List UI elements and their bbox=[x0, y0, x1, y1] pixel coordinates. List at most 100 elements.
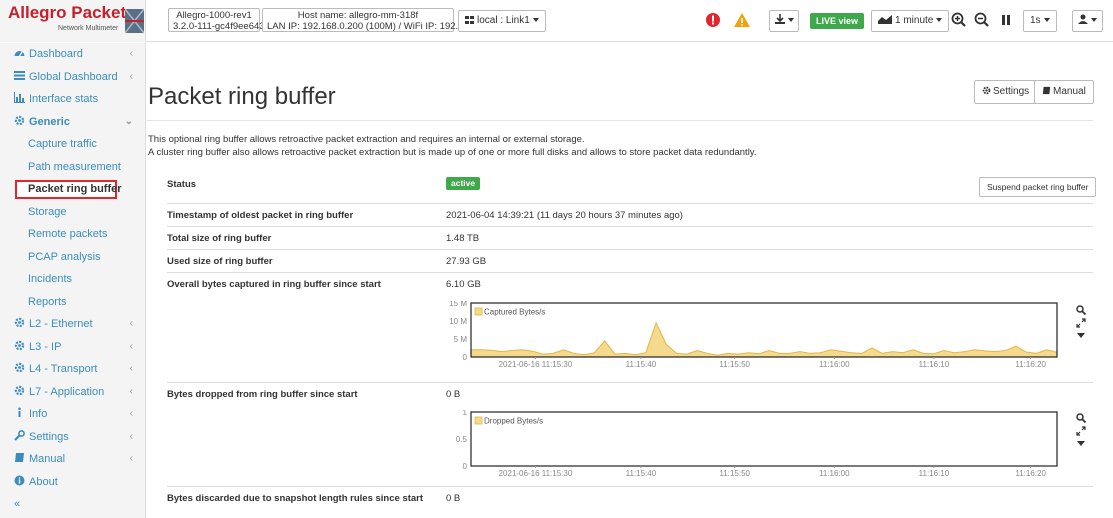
sidebar-item-path-measurement[interactable]: Path measurement bbox=[0, 156, 145, 179]
suspend-ring-buffer-button[interactable]: Suspend packet ring buffer bbox=[979, 177, 1097, 197]
x-tick-label: 11:15:40 bbox=[626, 360, 657, 369]
interval-select-value: 1 minute bbox=[895, 15, 934, 26]
pause-icon[interactable] bbox=[997, 11, 1015, 29]
sidebar-item-packet-ring-buffer[interactable]: Packet ring buffer bbox=[0, 178, 145, 201]
top-bar: Allegro Packets Network Multimeter Alleg… bbox=[0, 0, 1113, 42]
link-select[interactable]: local : Link1 bbox=[458, 10, 546, 32]
download-menu-button[interactable] bbox=[769, 10, 799, 32]
list-icon bbox=[14, 70, 25, 80]
dropped-bytes-chart[interactable]: 1 0.5 0 Dropped Bytes/s 2021-06-16 11:15:30 1… bbox=[437, 410, 1063, 480]
row-value: 0 B bbox=[446, 389, 461, 400]
row-value: 6.10 GB bbox=[446, 279, 481, 290]
main-content: Packet ring buffer Settings Manual This … bbox=[147, 43, 1113, 518]
x-tick-label: 11:15:40 bbox=[626, 469, 657, 478]
settings-button[interactable]: Settings bbox=[974, 80, 1038, 104]
page-title: Packet ring buffer bbox=[148, 83, 336, 110]
row-used-size: Used size of ring buffer 27.93 GB bbox=[167, 249, 1093, 272]
sidebar-item-storage[interactable]: Storage bbox=[0, 201, 145, 224]
sidebar-item-l4-transport[interactable]: L4 - Transport ‹ bbox=[0, 358, 145, 381]
description-line-1: This optional ring buffer allows retroac… bbox=[148, 134, 585, 145]
sidebar: Dashboard ‹ Global Dashboard ‹ Interface… bbox=[0, 43, 146, 518]
brand[interactable]: Allegro Packets Network Multimeter bbox=[0, 0, 146, 42]
plot-frame bbox=[470, 302, 1058, 358]
legend-label: Dropped Bytes/s bbox=[484, 417, 543, 426]
chevron-left-icon: ‹ bbox=[129, 430, 133, 442]
info-circle-icon bbox=[14, 475, 25, 485]
zoom-out-icon[interactable] bbox=[973, 11, 991, 29]
user-menu-button[interactable] bbox=[1072, 10, 1103, 32]
brand-logo-icon bbox=[125, 9, 144, 33]
zoom-icon[interactable] bbox=[1076, 413, 1086, 423]
zoom-icon[interactable] bbox=[1076, 305, 1086, 315]
device-info-box: Allegro-1000-rev1 3.2.0-111-gc4f9ee643 bbox=[168, 8, 265, 32]
lan-ip: LAN IP: 192.168.0.200 (100M) / WiFi IP: … bbox=[267, 21, 490, 32]
dashboard-icon bbox=[14, 51, 25, 57]
y-tick-label: 10 M bbox=[449, 317, 467, 326]
manual-button[interactable]: Manual bbox=[1034, 80, 1094, 104]
legend-label: Captured Bytes/s bbox=[484, 308, 545, 317]
sidebar-collapse-button[interactable]: « bbox=[0, 493, 145, 516]
sidebar-item-generic[interactable]: Generic ⌄ bbox=[0, 111, 145, 134]
live-view-badge[interactable]: LIVE view bbox=[810, 13, 865, 29]
caret-down-icon bbox=[1091, 18, 1097, 23]
reset-zoom-icon[interactable] bbox=[1076, 318, 1086, 328]
refresh-select[interactable]: 1s bbox=[1023, 10, 1057, 32]
sidebar-item-settings[interactable]: Settings ‹ bbox=[0, 426, 145, 449]
series-area bbox=[470, 321, 1058, 358]
chevron-left-icon: ‹ bbox=[129, 340, 133, 352]
row-value: 0 B bbox=[446, 493, 461, 504]
area-chart-icon bbox=[878, 15, 892, 24]
chevron-left-icon: ‹ bbox=[129, 363, 133, 374]
row-value: 2021-06-04 14:39:21 (11 days 20 hours 37… bbox=[446, 210, 683, 221]
chevron-left-icon: ‹ bbox=[129, 408, 133, 419]
zoom-in-icon[interactable] bbox=[950, 11, 968, 29]
row-label: Overall bytes captured in ring buffer si… bbox=[167, 279, 381, 290]
x-tick-label: 11:16:10 bbox=[919, 469, 950, 478]
y-tick-label: 0 bbox=[463, 462, 468, 471]
chart-menu-caret-icon[interactable] bbox=[1076, 439, 1086, 447]
host-info-box: Host name: allegro-mm-318f LAN IP: 192.1… bbox=[262, 8, 490, 32]
sidebar-item-manual[interactable]: Manual ‹ bbox=[0, 448, 145, 471]
error-alert-icon[interactable] bbox=[704, 11, 722, 29]
wrench-icon bbox=[14, 429, 25, 441]
caret-down-icon bbox=[788, 18, 794, 23]
gear-icon bbox=[14, 115, 25, 125]
interval-select[interactable]: 1 minute bbox=[871, 10, 950, 32]
device-version: 3.2.0-111-gc4f9ee643 bbox=[173, 21, 265, 32]
chart-menu-caret-icon[interactable] bbox=[1076, 331, 1086, 339]
sidebar-item-remote-packets[interactable]: Remote packets bbox=[0, 223, 145, 246]
sidebar-item-l7-application[interactable]: L7 - Application ‹ bbox=[0, 381, 145, 404]
sidebar-item-interface-stats[interactable]: Interface stats bbox=[0, 88, 145, 111]
x-tick-label: 11:16:00 bbox=[819, 469, 850, 478]
sidebar-item-l3-ip[interactable]: L3 - IP ‹ bbox=[0, 336, 145, 359]
chevron-left-icon: ‹ bbox=[129, 70, 133, 82]
sidebar-item-global-dashboard[interactable]: Global Dashboard ‹ bbox=[0, 66, 145, 89]
legend-swatch bbox=[474, 416, 483, 425]
sidebar-item-pcap-analysis[interactable]: PCAP analysis bbox=[0, 246, 145, 269]
sidebar-item-about[interactable]: About bbox=[0, 471, 145, 494]
x-tick-label: 11:16:20 bbox=[1015, 360, 1046, 369]
captured-bytes-chart[interactable]: 15 M 10 M 5 M 0 Captured Bytes/s 2021-06-16 1… bbox=[437, 301, 1063, 371]
sidebar-item-reports[interactable]: Reports bbox=[0, 291, 145, 314]
row-label: Status bbox=[167, 179, 197, 190]
gear-icon bbox=[982, 86, 991, 95]
warning-icon[interactable] bbox=[733, 11, 751, 29]
sidebar-item-incidents[interactable]: Incidents bbox=[0, 268, 145, 291]
chevron-down-icon: ⌄ bbox=[124, 115, 133, 127]
row-value: 27.93 GB bbox=[446, 256, 487, 267]
x-tick-label: 11:16:10 bbox=[919, 360, 950, 369]
device-name: Allegro-1000-rev1 bbox=[176, 10, 252, 21]
x-tick-label: 11:16:00 bbox=[819, 360, 850, 369]
reset-zoom-icon[interactable] bbox=[1076, 426, 1086, 436]
caret-down-icon bbox=[936, 18, 943, 23]
sidebar-item-info[interactable]: Info ‹ bbox=[0, 403, 145, 426]
row-oldest-timestamp: Timestamp of oldest packet in ring buffe… bbox=[167, 203, 1093, 226]
gear-icon bbox=[14, 340, 25, 350]
x-tick-label: 2021-06-16 11:15:30 bbox=[499, 360, 573, 369]
gear-icon bbox=[14, 317, 25, 328]
y-tick-label: 5 M bbox=[454, 335, 468, 344]
brand-title: Allegro Packets bbox=[8, 3, 136, 22]
sidebar-item-capture-traffic[interactable]: Capture traffic bbox=[0, 133, 145, 156]
sidebar-item-l2-ethernet[interactable]: L2 - Ethernet ‹ bbox=[0, 313, 145, 336]
sidebar-item-dashboard[interactable]: Dashboard ‹ bbox=[0, 43, 145, 66]
